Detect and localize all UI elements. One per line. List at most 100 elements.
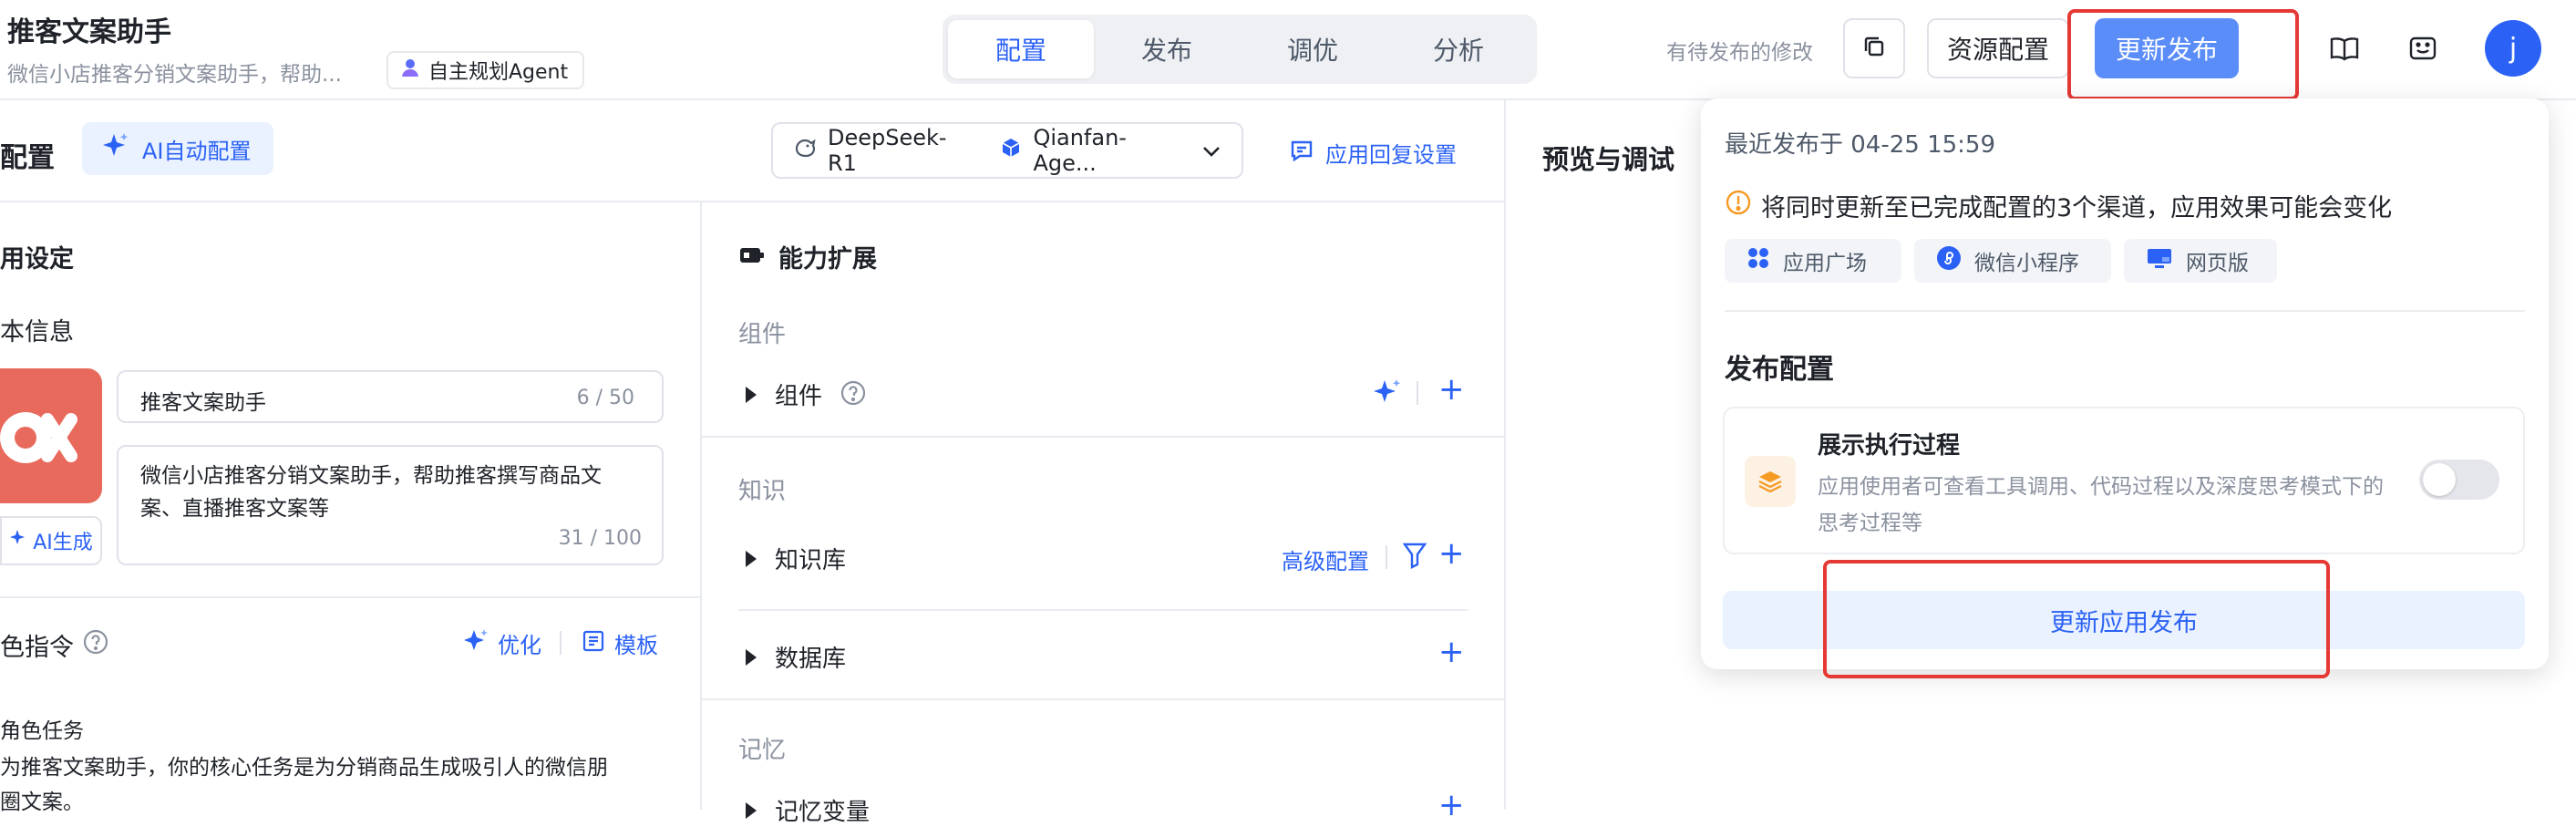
- ai-generate-button[interactable]: AI生成: [0, 516, 102, 565]
- tab-config[interactable]: 配置: [948, 20, 1094, 78]
- divider: [1725, 310, 2525, 312]
- app-settings-title: 用设定: [0, 245, 74, 274]
- agent-badge[interactable]: 自主规划Agent: [386, 51, 585, 89]
- caret-right-icon: [746, 386, 757, 403]
- show-process-desc-line2: 思考过程等: [1818, 512, 1922, 535]
- model-selector[interactable]: DeepSeek-R1 Qianfan-Age...: [771, 122, 1243, 179]
- docs-icon[interactable]: [2323, 27, 2366, 71]
- sync-warning-text: 将同时更新至已完成配置的3个渠道，应用效果可能会变化: [1761, 194, 2393, 222]
- memory-group-label: 记忆: [738, 737, 787, 764]
- chevron-down-icon: [1201, 138, 1221, 163]
- user-avatar[interactable]: j: [2485, 20, 2541, 77]
- add-knowledge-button[interactable]: +: [1438, 538, 1465, 569]
- copy-icon: [1861, 34, 1887, 63]
- database-label: 数据库: [775, 646, 847, 673]
- pending-changes-text: 有待发布的修改: [1666, 41, 1813, 65]
- optimize-label: 优化: [498, 633, 541, 658]
- plugin-icon: [738, 244, 766, 270]
- divider: [1417, 381, 1418, 405]
- show-process-title: 展示执行过程: [1818, 432, 1961, 460]
- ai-auto-config-button[interactable]: AI自动配置: [82, 122, 273, 175]
- ability-header: 能力扩展: [738, 239, 877, 274]
- mini-program-icon: [1936, 245, 1962, 276]
- sparkle-icon: [102, 132, 129, 165]
- optimize-button[interactable]: 优化: [463, 627, 541, 659]
- app-icon[interactable]: [0, 368, 102, 503]
- reply-settings-label: 应用回复设置: [1325, 142, 1457, 168]
- top-header: 推客文案助手 微信小店推客分销文案助手，帮助... 自主规划Agent 配置 发…: [0, 0, 2576, 100]
- memory-variable-label: 记忆变量: [775, 799, 871, 826]
- tab-publish[interactable]: 发布: [1094, 20, 1240, 78]
- toggle-knob: [2423, 463, 2456, 496]
- divider: [0, 201, 1504, 202]
- preview-title: 预览与调试: [1542, 144, 1675, 175]
- ai-generate-label: AI生成: [33, 532, 93, 554]
- divider: [702, 698, 1504, 700]
- template-button[interactable]: 模板: [582, 627, 658, 659]
- app-title: 推客文案助手: [7, 16, 171, 48]
- robot-icon: [399, 57, 421, 84]
- app-name-input[interactable]: 推客文案助手 6 / 50: [117, 370, 664, 423]
- role-instruction-header: 色指令: [0, 627, 108, 663]
- help-icon[interactable]: [840, 380, 866, 409]
- help-icon[interactable]: [83, 629, 108, 661]
- divider: [560, 631, 562, 655]
- last-publish-time: 最近发布于 04-25 15:59: [1725, 131, 1996, 159]
- channel-label: 网页版: [2186, 252, 2249, 275]
- tab-analyze[interactable]: 分析: [1386, 20, 1531, 78]
- feedback-icon[interactable]: [2401, 27, 2445, 71]
- app-description-input[interactable]: 微信小店推客分销文案助手，帮助推客撰写商品文案、直播推客文案等 31 / 100: [117, 445, 664, 565]
- app-logo-icon: [0, 412, 77, 463]
- warning-icon: [1725, 189, 1752, 222]
- role-task-title: 角色任务: [0, 719, 84, 743]
- template-label: 模板: [614, 633, 658, 658]
- agent-name: Qianfan-Age...: [1033, 125, 1127, 176]
- reply-settings-link[interactable]: 应用回复设置: [1289, 137, 1457, 169]
- add-memory-button[interactable]: +: [1438, 790, 1465, 821]
- config-title: 配置: [0, 142, 55, 174]
- app-subtitle: 微信小店推客分销文案助手，帮助...: [7, 63, 342, 87]
- knowledge-base-row[interactable]: 知识库: [746, 542, 846, 575]
- show-process-desc-line1: 应用使用者可查看工具调用、代码过程以及深度思考模式下的: [1818, 475, 2384, 499]
- database-row[interactable]: 数据库: [746, 640, 846, 674]
- sparkle-icon: [463, 628, 489, 659]
- advanced-config-link[interactable]: 高级配置: [1282, 543, 1369, 575]
- role-task-line2: 圈文案。: [0, 791, 84, 814]
- sync-warning: 将同时更新至已完成配置的3个渠道，应用效果可能会变化: [1725, 188, 2392, 223]
- caret-right-icon: [746, 801, 757, 819]
- channel-label: 微信小程序: [1974, 252, 2079, 275]
- components-row[interactable]: 组件: [746, 377, 866, 411]
- divider: [738, 609, 1468, 611]
- components-group-label: 组件: [738, 321, 787, 348]
- template-icon: [582, 629, 605, 658]
- message-icon: [1289, 138, 1314, 169]
- cube-icon: [1000, 137, 1022, 164]
- components-ai-icon[interactable]: [1373, 377, 1402, 410]
- agent-badge-label: 自主规划Agent: [428, 61, 569, 84]
- add-database-button[interactable]: +: [1438, 636, 1465, 667]
- tab-tune[interactable]: 调优: [1240, 20, 1386, 78]
- grid-icon: [1747, 246, 1770, 275]
- app-description-value: 微信小店推客分销文案助手，帮助推客撰写商品文案、直播推客文案等: [140, 464, 602, 521]
- ability-title: 能力扩展: [778, 245, 877, 274]
- divider: [700, 201, 702, 810]
- divider: [1504, 100, 1506, 810]
- show-process-card: 展示执行过程 应用使用者可查看工具调用、代码过程以及深度思考模式下的 思考过程等: [1723, 407, 2525, 554]
- copy-button[interactable]: [1843, 18, 1905, 78]
- divider: [0, 596, 700, 598]
- divider: [1386, 545, 1387, 569]
- resource-config-button[interactable]: 资源配置: [1927, 18, 2069, 78]
- channel-app-square: 应用广场: [1725, 239, 1901, 283]
- app-description-count: 31 / 100: [558, 527, 642, 550]
- model-name: DeepSeek-R1: [828, 125, 947, 176]
- app-name-value: 推客文案助手: [140, 391, 266, 415]
- filter-icon[interactable]: [1402, 542, 1427, 573]
- memory-variable-row[interactable]: 记忆变量: [746, 793, 870, 827]
- deepseek-icon: [793, 136, 817, 165]
- show-process-toggle[interactable]: [2419, 460, 2499, 500]
- role-task-line1: 为推客文案助手，你的核心任务是为分销商品生成吸引人的微信朋: [0, 756, 608, 780]
- basic-info-title: 本信息: [0, 318, 74, 346]
- app-name-count: 6 / 50: [576, 387, 634, 409]
- add-component-button[interactable]: +: [1438, 374, 1465, 405]
- publish-config-title: 发布配置: [1725, 354, 1834, 386]
